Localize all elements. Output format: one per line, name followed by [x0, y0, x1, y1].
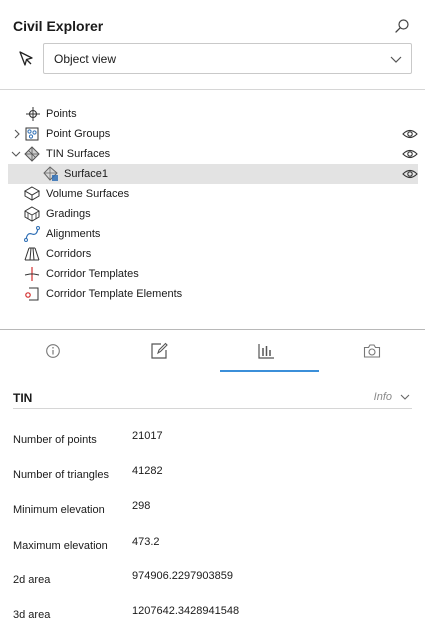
property-row: Maximum elevation 473.2 [13, 536, 412, 558]
panel-title: Civil Explorer [13, 18, 104, 34]
property-name: Maximum elevation [13, 540, 108, 552]
search-icon [395, 19, 409, 33]
tree-item-label: Gradings [46, 208, 91, 220]
property-value: 473.2 [132, 536, 160, 548]
chevron-down-icon [390, 56, 402, 63]
property-name: Number of triangles [13, 469, 109, 481]
tree-item-corridor-template-elements[interactable]: Corridor Template Elements [0, 284, 425, 304]
properties-tabs [0, 330, 425, 372]
eye-icon[interactable] [402, 128, 418, 140]
property-value: 298 [132, 500, 151, 512]
property-row: Minimum elevation 298 [13, 500, 412, 522]
info-mode-selector[interactable]: Info [374, 391, 392, 403]
tree-item-label: Volume Surfaces [46, 188, 130, 200]
search-button[interactable] [392, 16, 412, 36]
chevron-down-icon[interactable] [400, 393, 410, 401]
gradings-icon [24, 206, 40, 222]
tree-item-label: Point Groups [46, 128, 111, 140]
surface-icon [43, 166, 58, 181]
tree-item-label: Alignments [46, 228, 101, 240]
property-value: 41282 [132, 465, 163, 477]
tree-item-point-groups[interactable]: Point Groups [0, 124, 425, 144]
explorer-header: Civil Explorer Object view [0, 0, 425, 90]
property-name: Number of points [13, 434, 97, 446]
property-row: Number of triangles 41282 [13, 465, 412, 487]
tree-item-points[interactable]: Points [0, 104, 425, 124]
edit-tab[interactable] [106, 330, 212, 372]
tree-item-corridor-templates[interactable]: Corridor Templates [0, 264, 425, 284]
eye-icon[interactable] [402, 148, 418, 160]
chevron-right-icon[interactable] [12, 129, 22, 139]
property-value: 1207642.3428941548 [132, 605, 240, 617]
point-groups-icon [25, 127, 39, 141]
select-tool-button[interactable] [17, 50, 35, 68]
dropdown-value: Object view [54, 52, 117, 66]
tree-item-gradings[interactable]: Gradings [0, 204, 425, 224]
property-name: Minimum elevation [13, 504, 105, 516]
tree-item-alignments[interactable]: Alignments [0, 224, 425, 244]
tree-item-label: Corridors [46, 248, 92, 260]
property-value: 21017 [132, 430, 163, 442]
corridors-icon [24, 247, 40, 261]
eye-icon[interactable] [402, 168, 418, 180]
tree-item-tin-surfaces[interactable]: TIN Surfaces [0, 144, 425, 164]
property-row: 2d area 974906.2297903859 [13, 570, 412, 592]
section-title: TIN [13, 391, 33, 405]
chevron-down-icon[interactable] [11, 149, 21, 159]
edit-icon [151, 342, 168, 359]
volume-surfaces-icon [24, 186, 40, 201]
tree-item-volume-surfaces[interactable]: Volume Surfaces [0, 184, 425, 204]
bar-chart-icon [258, 344, 274, 359]
snapshot-tab[interactable] [319, 330, 425, 372]
property-value: 974906.2297903859 [132, 570, 233, 582]
statistics-tab[interactable] [213, 330, 319, 372]
info-icon [46, 344, 60, 358]
alignments-icon [24, 226, 40, 242]
tree-item-label: Surface1 [64, 168, 109, 180]
cursor-arrow-icon [19, 51, 33, 66]
tree-item-label: Corridor Templates [46, 268, 139, 280]
property-name: 3d area [13, 609, 51, 621]
corridor-templates-icon [24, 267, 40, 281]
info-tab[interactable] [0, 330, 106, 372]
view-mode-dropdown[interactable]: Object view [43, 43, 412, 74]
property-row: 3d area 1207642.3428941548 [13, 605, 412, 627]
tree-item-label: Points [46, 108, 77, 120]
point-icon [26, 107, 40, 121]
tin-surfaces-icon [24, 146, 40, 162]
tree-item-label: TIN Surfaces [46, 148, 111, 160]
tree-item-corridors[interactable]: Corridors [0, 244, 425, 264]
section-header: TIN Info [13, 385, 412, 409]
corridor-template-elements-icon [25, 287, 39, 301]
property-row: Number of points 21017 [13, 430, 412, 452]
tree-item-surface1[interactable]: Surface1 [8, 164, 418, 184]
tree-item-label: Corridor Template Elements [46, 288, 183, 300]
property-name: 2d area [13, 574, 51, 586]
camera-icon [363, 344, 381, 358]
